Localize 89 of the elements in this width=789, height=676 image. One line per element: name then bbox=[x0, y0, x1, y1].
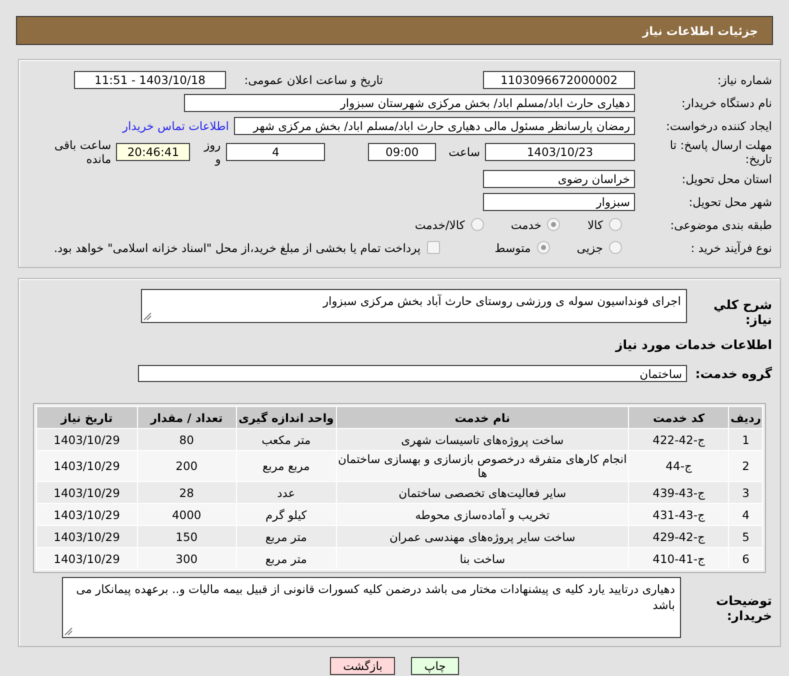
table-cell: 4 bbox=[728, 504, 762, 526]
table-cell: ج-42-422 bbox=[628, 428, 729, 450]
column-header: ردیف bbox=[728, 406, 762, 428]
deadline-date-field: 1403/10/23 bbox=[484, 143, 635, 161]
table-cell: ج-43-431 bbox=[628, 504, 729, 526]
table-cell: 28 bbox=[137, 482, 236, 504]
contact-link[interactable]: اطلاعات تماس خریدار bbox=[122, 118, 229, 132]
table-cell: 300 bbox=[137, 548, 236, 570]
buyer-notes-text: دهیاری درتایید یارد کلیه ی پیشنهادات مختار می باشد درضمن کلیه کسورات قانونی از قبیل بیمه مالیات و.. برعهده پیمانکار می باشد bbox=[76, 582, 675, 612]
table-cell: 200 bbox=[137, 450, 236, 482]
field-label: مهلت ارسال پاسخ: تا تاریخ: bbox=[668, 138, 772, 166]
field-label: توضیحات خریدار: bbox=[715, 592, 772, 622]
table-cell: 4000 bbox=[137, 504, 236, 526]
table-cell: 6 bbox=[728, 548, 762, 570]
section-heading: اطلاعات خدمات مورد نیاز bbox=[614, 337, 772, 352]
announce-date-field: 1403/10/18 - 11:51 bbox=[74, 70, 226, 88]
table-cell: انجام کارهای متفرقه درخصوص بازسازی و بهسازی ساختمان ها bbox=[336, 450, 629, 482]
table-cell: ج-44 bbox=[628, 450, 729, 482]
print-button[interactable]: چاپ bbox=[411, 657, 459, 675]
field-label: تاریخ و ساعت اعلان عمومی: bbox=[243, 72, 383, 86]
table-cell: 1403/10/29 bbox=[36, 504, 138, 526]
option-label: خدمت bbox=[510, 218, 542, 232]
table-cell: ج-42-429 bbox=[628, 526, 729, 548]
field-label: نوع فرآیند خرید : bbox=[690, 240, 772, 254]
field-label: استان محل تحویل: bbox=[680, 172, 772, 186]
table-cell: متر مکعب bbox=[236, 428, 336, 450]
table-cell: 3 bbox=[728, 482, 762, 504]
description-text: اجرای فونداسیون سوله ی ورزشی روستای حارث آباد بخش مرکزی سبزوار bbox=[323, 294, 681, 308]
table-cell: 1403/10/29 bbox=[36, 526, 138, 548]
radio-button[interactable] bbox=[609, 241, 622, 254]
days-field: 4 bbox=[226, 143, 326, 161]
field-label: ایجاد کننده درخواست: bbox=[665, 118, 772, 132]
option-label: متوسط bbox=[494, 240, 531, 254]
column-header: نام خدمت bbox=[336, 406, 629, 428]
field-label: ساعت باقی مانده bbox=[53, 138, 112, 166]
back-button[interactable]: بازگشت bbox=[330, 657, 396, 675]
buyer-org-field: دهیاری حارث اباد/مسلم اباد/ بخش مرکزی شهرستان سبزوار bbox=[184, 94, 635, 112]
field-label: شرح کلي نیاز: bbox=[712, 296, 772, 327]
table-cell: تخریب و آماده‌سازی محوطه bbox=[336, 504, 629, 526]
table-cell: ج-43-439 bbox=[628, 482, 729, 504]
table-cell: ساخت سایر پروژه‌های مهندسی عمران bbox=[336, 526, 629, 548]
field-label: روز و bbox=[202, 138, 221, 166]
table-cell: مربع مربع bbox=[236, 450, 336, 482]
requester-field: رمضان پارسانظر مسئول مالی دهیاری حارث اباد/مسلم اباد/ بخش مرکزی شهر bbox=[234, 116, 635, 134]
table-cell: 1403/10/29 bbox=[36, 482, 138, 504]
table-cell: 1 bbox=[728, 428, 762, 450]
table-cell: عدد bbox=[236, 482, 336, 504]
column-header: کد خدمت bbox=[628, 406, 729, 428]
city-field: سبزوار bbox=[483, 192, 635, 210]
need-number-field: 1103096672000002 bbox=[483, 70, 635, 88]
radio-button[interactable] bbox=[609, 218, 622, 231]
table-cell: کیلو گرم bbox=[236, 504, 336, 526]
radio-button[interactable] bbox=[470, 218, 484, 231]
checkbox[interactable] bbox=[426, 241, 440, 254]
table-cell: 1403/10/29 bbox=[36, 428, 138, 450]
remaining-time-field: 20:46:41 bbox=[116, 143, 190, 161]
table-cell: سایر فعالیت‌های تخصصی ساختمان bbox=[336, 482, 629, 504]
field-label: گروه خدمت: bbox=[694, 366, 772, 381]
table-cell: ساخت پروژه‌های تاسیسات شهری bbox=[336, 428, 629, 450]
field-label: شهر محل تحویل: bbox=[688, 194, 772, 208]
field-label: شماره نیاز: bbox=[716, 72, 772, 86]
option-label: جزیی bbox=[576, 240, 603, 254]
option-label: کالا/خدمت bbox=[414, 218, 465, 232]
table-cell: 1403/10/29 bbox=[36, 450, 138, 482]
deadline-time-field: 09:00 bbox=[368, 143, 436, 161]
field-label: ساعت bbox=[448, 145, 480, 159]
table-cell: 1403/10/29 bbox=[36, 548, 138, 570]
column-header: واحد اندازه گیری bbox=[236, 406, 336, 428]
table-cell: 5 bbox=[728, 526, 762, 548]
page-title: جزئیات اطلاعات نیاز bbox=[642, 24, 758, 38]
table-cell: 80 bbox=[137, 428, 236, 450]
table-cell: ج-41-410 bbox=[628, 548, 729, 570]
option-label: کالا bbox=[587, 218, 603, 232]
radio-button[interactable] bbox=[536, 241, 550, 254]
column-header: تاریخ نیاز bbox=[36, 406, 138, 428]
radio-button[interactable] bbox=[547, 218, 560, 231]
field-label: نام دستگاه خریدار: bbox=[680, 96, 772, 110]
table-cell: ساخت بنا bbox=[336, 548, 629, 570]
service-group-field: ساختمان bbox=[138, 365, 687, 382]
column-header: تعداد / مقدار bbox=[137, 406, 236, 428]
table-cell: متر مربع bbox=[236, 548, 336, 570]
province-field: خراسان رضوی bbox=[483, 170, 635, 188]
table-cell: 150 bbox=[137, 526, 236, 548]
table-cell: متر مربع bbox=[236, 526, 336, 548]
field-label: طبقه بندی موضوعی: bbox=[669, 218, 772, 232]
resize-grip-icon[interactable] bbox=[64, 627, 73, 636]
table-cell: 2 bbox=[728, 450, 762, 482]
payment-note: پرداخت تمام یا بخشی از مبلغ خرید،از محل "اسناد خزانه اسلامی" خواهد بود. bbox=[54, 240, 421, 254]
resize-grip-icon[interactable] bbox=[143, 312, 152, 321]
